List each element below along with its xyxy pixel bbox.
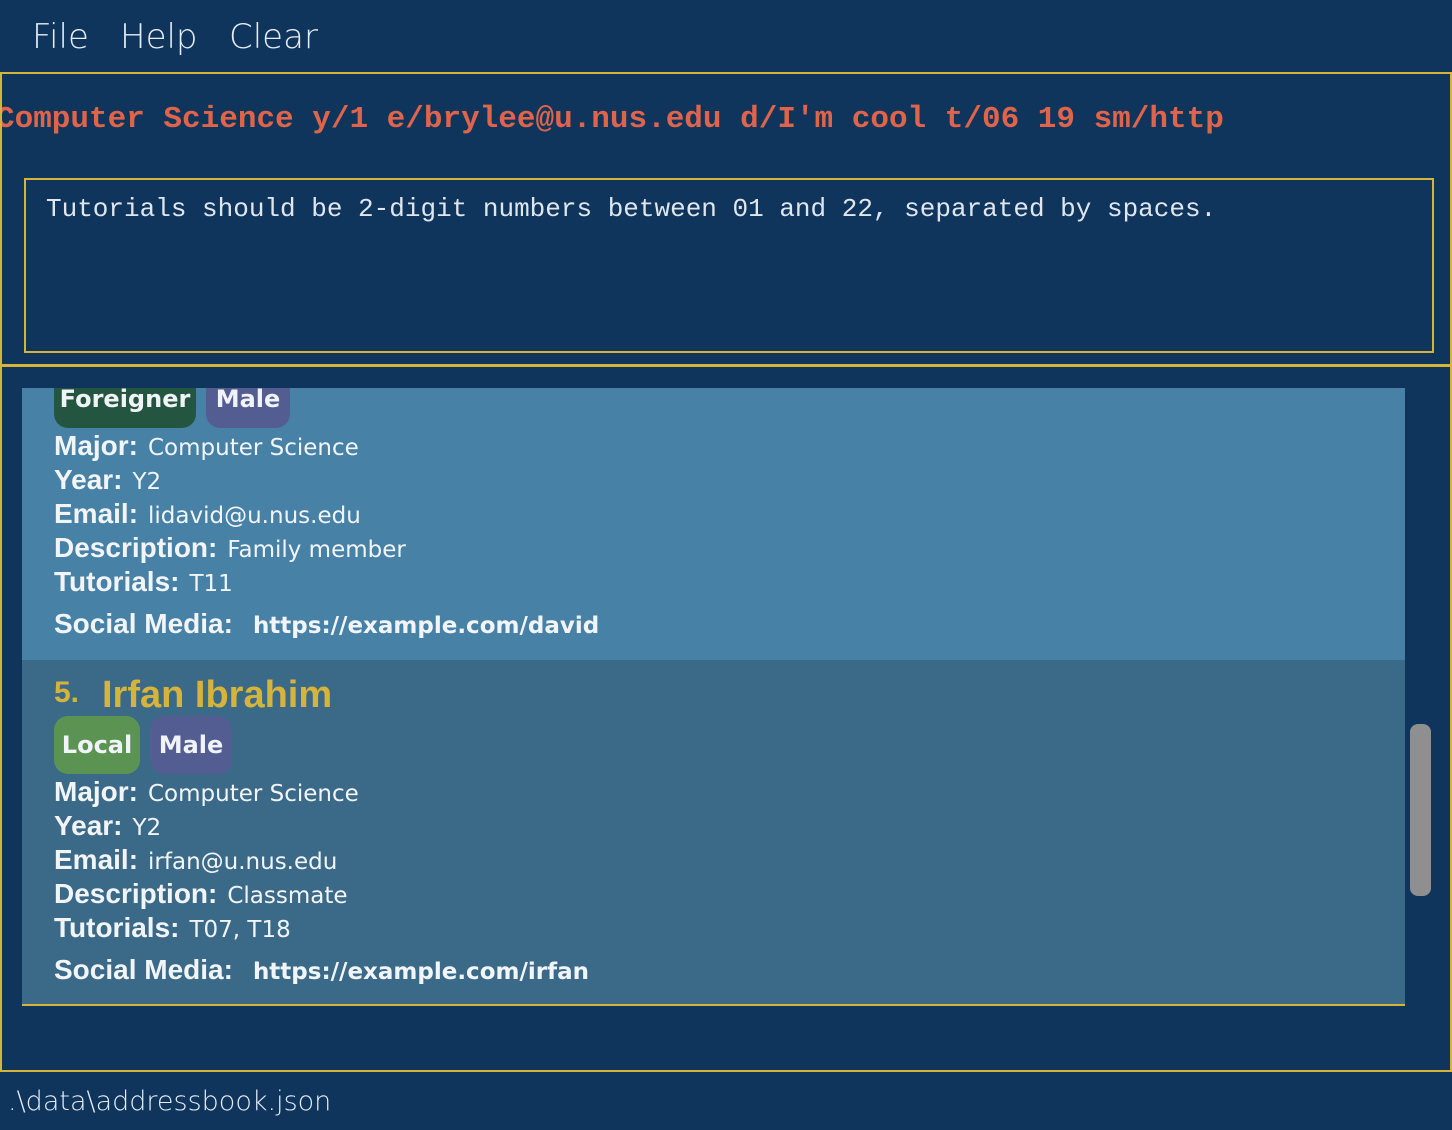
menu-bar: File Help Clear (0, 0, 1452, 72)
save-file-path: .\data\addressbook.json (8, 1086, 332, 1117)
field-year: Year: Y2 (54, 809, 161, 843)
email-label: Email: (54, 844, 139, 875)
social-media-link[interactable]: https://example.com/david (253, 613, 599, 639)
field-tutorials: Tutorials: T11 (54, 565, 233, 599)
major-label: Major: (54, 430, 138, 461)
person-index: 5. (54, 676, 80, 709)
field-description: Description: Family member (54, 531, 406, 565)
description-label: Description: (54, 532, 218, 563)
field-major: Major: Computer Science (54, 429, 359, 463)
command-box: Computer Science y/1 e/brylee@u.nus.edu … (0, 72, 1452, 167)
major-value: Computer Science (148, 435, 359, 461)
menu-clear[interactable]: Clear (229, 16, 318, 58)
description-label: Description: (54, 878, 218, 909)
command-input[interactable]: Computer Science y/1 e/brylee@u.nus.edu … (2, 74, 1450, 165)
field-major: Major: Computer Science (54, 775, 359, 809)
description-value: Family member (227, 537, 406, 563)
year-value: Y2 (132, 815, 162, 841)
tag-gender: Male (150, 716, 232, 774)
empty-panel (0, 1028, 1452, 1072)
year-label: Year: (54, 464, 123, 495)
email-value: lidavid@u.nus.edu (148, 503, 361, 529)
year-label: Year: (54, 810, 123, 841)
person-list-panel: Foreigner Male Major: Computer Science Ye… (0, 365, 1452, 1030)
description-value: Classmate (227, 883, 348, 909)
major-value: Computer Science (148, 781, 359, 807)
person-name: Irfan Ibrahim (102, 674, 333, 716)
field-year: Year: Y2 (54, 463, 161, 497)
menu-file[interactable]: File (32, 16, 89, 58)
result-display[interactable]: Tutorials should be 2-digit numbers betw… (24, 178, 1434, 353)
tutorials-label: Tutorials: (54, 566, 180, 597)
tag-gender: Male (206, 388, 290, 428)
menu-help[interactable]: Help (120, 16, 198, 58)
person-card[interactable]: 5. Irfan Ibrahim Local Male Major: Comput… (22, 660, 1405, 1006)
field-description: Description: Classmate (54, 877, 348, 911)
tag-nationality: Local (54, 716, 140, 774)
email-value: irfan@u.nus.edu (148, 849, 338, 875)
year-value: Y2 (132, 469, 162, 495)
social-media-label: Social Media: (54, 954, 233, 985)
result-display-panel: Tutorials should be 2-digit numbers betw… (0, 165, 1452, 366)
list-bottom-divider (22, 1004, 1405, 1006)
app-window: File Help Clear Computer Science y/1 e/b… (0, 0, 1452, 1130)
field-email: Email: lidavid@u.nus.edu (54, 497, 361, 531)
command-input-text: Computer Science y/1 e/brylee@u.nus.edu … (2, 102, 1224, 137)
major-label: Major: (54, 776, 138, 807)
email-label: Email: (54, 498, 139, 529)
tutorials-label: Tutorials: (54, 912, 180, 943)
tutorials-value: T11 (189, 571, 233, 597)
tutorials-value: T07, T18 (189, 917, 291, 943)
status-bar: .\data\addressbook.json (0, 1072, 1452, 1130)
field-email: Email: irfan@u.nus.edu (54, 843, 337, 877)
field-social-media: Social Media: https://example.com/david (54, 607, 599, 641)
person-card[interactable]: Foreigner Male Major: Computer Science Ye… (22, 388, 1405, 660)
person-list[interactable]: Foreigner Male Major: Computer Science Ye… (22, 388, 1405, 1008)
list-scrollbar-thumb[interactable] (1410, 724, 1431, 896)
field-social-media: Social Media: https://example.com/irfan (54, 953, 589, 987)
result-message: Tutorials should be 2-digit numbers betw… (46, 194, 1217, 224)
tag-nationality: Foreigner (54, 388, 196, 428)
social-media-label: Social Media: (54, 608, 233, 639)
social-media-link[interactable]: https://example.com/irfan (253, 959, 589, 985)
field-tutorials: Tutorials: T07, T18 (54, 911, 291, 945)
